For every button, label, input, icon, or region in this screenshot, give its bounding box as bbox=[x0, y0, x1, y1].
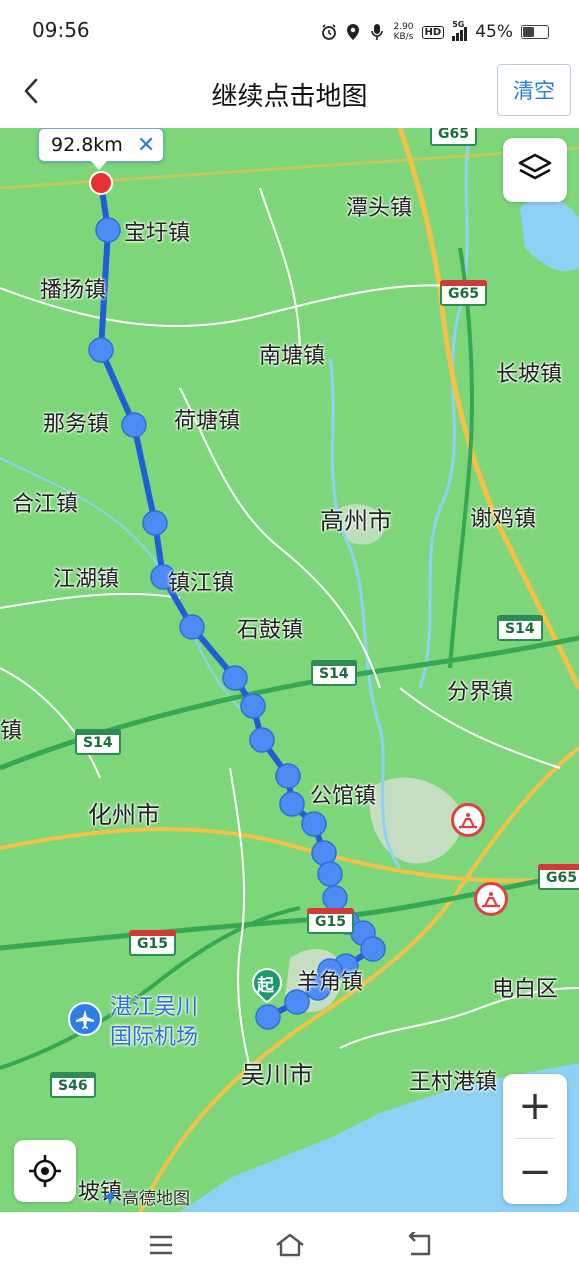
map-brand: 高德地图 bbox=[100, 1184, 190, 1209]
distance-value: 92.8km bbox=[51, 134, 123, 156]
menu-icon bbox=[150, 1235, 172, 1255]
place-label: 荷塘镇 bbox=[174, 409, 241, 434]
route-point[interactable] bbox=[255, 1004, 281, 1030]
highway-shield-s46: S46 bbox=[50, 1072, 96, 1098]
route-end-point[interactable] bbox=[89, 171, 113, 195]
route-point[interactable] bbox=[322, 885, 348, 911]
highway-shield-g65: G65 bbox=[538, 864, 579, 890]
header-bar: 继续点击地图 清空 bbox=[0, 60, 579, 128]
place-label: 吴川市 bbox=[241, 1061, 313, 1089]
place-label: 播扬镇 bbox=[40, 278, 107, 303]
construction-warning-icon[interactable] bbox=[474, 882, 508, 916]
clear-button[interactable]: 清空 bbox=[497, 64, 571, 116]
start-marker[interactable]: 起 bbox=[245, 961, 289, 1008]
zoom-control: + − bbox=[503, 1074, 567, 1204]
highway-shield-g15: G15 bbox=[307, 908, 354, 934]
location-pin-icon bbox=[345, 23, 361, 41]
airport-icon bbox=[68, 1002, 102, 1036]
place-label: 宝圩镇 bbox=[124, 221, 191, 246]
map-canvas[interactable]: G65 G65 S14 S14 S14 G65 G15 G15 S46 潭头镇 … bbox=[0, 128, 579, 1212]
locate-button[interactable] bbox=[14, 1140, 76, 1202]
place-label: 羊角镇 bbox=[297, 970, 364, 995]
brand-label: 高德地图 bbox=[122, 1189, 190, 1209]
place-label: 长坡镇 bbox=[496, 362, 563, 387]
menu-button[interactable] bbox=[141, 1230, 181, 1260]
home-icon bbox=[276, 1233, 304, 1257]
route-point[interactable] bbox=[240, 693, 266, 719]
battery-percent: 45% bbox=[475, 22, 513, 42]
amap-logo-icon bbox=[102, 1189, 116, 1205]
highway-shield-s14: S14 bbox=[311, 660, 357, 686]
battery-icon bbox=[521, 25, 549, 39]
distance-bubble: 92.8km ✕ bbox=[38, 128, 165, 170]
route-point[interactable] bbox=[142, 510, 168, 536]
status-icons: 2.90 KB/s HD 5G 45% bbox=[321, 18, 549, 46]
layers-icon bbox=[518, 153, 552, 180]
place-label: 公馆镇 bbox=[310, 784, 377, 809]
route-point[interactable] bbox=[360, 936, 386, 962]
route-point[interactable] bbox=[121, 412, 147, 438]
place-label: 镇江镇 bbox=[168, 571, 235, 596]
highway-shield-s14: S14 bbox=[75, 729, 121, 755]
net-speed-value: 2.90 bbox=[393, 22, 414, 32]
layers-button[interactable] bbox=[503, 138, 567, 202]
route-point[interactable] bbox=[88, 337, 114, 363]
status-bar: 09:56 2.90 KB/s HD 5G 45% bbox=[0, 0, 579, 60]
place-label: 潭头镇 bbox=[346, 196, 413, 221]
place-label: 谢鸡镇 bbox=[470, 507, 537, 532]
home-button[interactable] bbox=[270, 1230, 310, 1260]
place-label: 电白区 bbox=[492, 977, 559, 1002]
battery-level bbox=[523, 27, 534, 37]
place-label: 镇 bbox=[0, 719, 23, 744]
network-type: 5G bbox=[452, 20, 465, 29]
airport-label: 湛江吴川 bbox=[110, 995, 199, 1020]
system-nav-bar bbox=[0, 1212, 579, 1280]
microphone-icon bbox=[369, 23, 385, 41]
route-point[interactable] bbox=[317, 861, 343, 887]
signal-icon: 5G bbox=[452, 20, 468, 41]
net-speed: 2.90 KB/s bbox=[393, 22, 413, 42]
app-root: 09:56 2.90 KB/s HD 5G 45% 继续点击地图 清空 G65 … bbox=[0, 0, 579, 1280]
place-label: 江湖镇 bbox=[53, 567, 120, 592]
highway-shield-s14: S14 bbox=[497, 615, 543, 641]
airport-label: 国际机场 bbox=[110, 1025, 199, 1050]
start-marker-label: 起 bbox=[257, 976, 274, 996]
highway-shield-g65: G65 bbox=[430, 128, 477, 146]
status-time: 09:56 bbox=[32, 18, 90, 42]
back-nav-button[interactable] bbox=[398, 1230, 438, 1260]
route-point[interactable] bbox=[311, 840, 337, 866]
highway-shield-g15: G15 bbox=[129, 930, 176, 956]
construction-warning-icon[interactable] bbox=[451, 803, 485, 837]
place-label: 合江镇 bbox=[12, 492, 79, 517]
route-point[interactable] bbox=[249, 727, 275, 753]
place-label: 南塘镇 bbox=[259, 344, 326, 369]
route-point[interactable] bbox=[301, 811, 327, 837]
alarm-icon bbox=[321, 23, 337, 41]
zoom-divider bbox=[515, 1138, 555, 1139]
place-label: 王村港镇 bbox=[409, 1070, 498, 1095]
place-label: 分界镇 bbox=[447, 680, 514, 705]
zoom-out-button[interactable]: − bbox=[503, 1140, 567, 1204]
net-speed-unit: KB/s bbox=[393, 32, 414, 42]
route-point[interactable] bbox=[95, 217, 121, 243]
zoom-in-button[interactable]: + bbox=[503, 1074, 567, 1138]
highway-shield-g65: G65 bbox=[440, 280, 487, 306]
hd-badge: HD bbox=[421, 25, 445, 39]
place-label: 化州市 bbox=[88, 801, 160, 829]
page-title: 继续点击地图 bbox=[211, 82, 368, 112]
route-point[interactable] bbox=[179, 614, 205, 640]
back-icon bbox=[408, 1232, 431, 1256]
close-icon[interactable]: ✕ bbox=[137, 133, 155, 158]
route-point[interactable] bbox=[275, 763, 301, 789]
locate-icon bbox=[29, 1155, 61, 1187]
route-point[interactable] bbox=[279, 791, 305, 817]
place-label: 石鼓镇 bbox=[237, 618, 304, 643]
place-label: 高州市 bbox=[320, 507, 392, 535]
place-label: 那务镇 bbox=[43, 412, 110, 437]
route-point[interactable] bbox=[222, 665, 248, 691]
